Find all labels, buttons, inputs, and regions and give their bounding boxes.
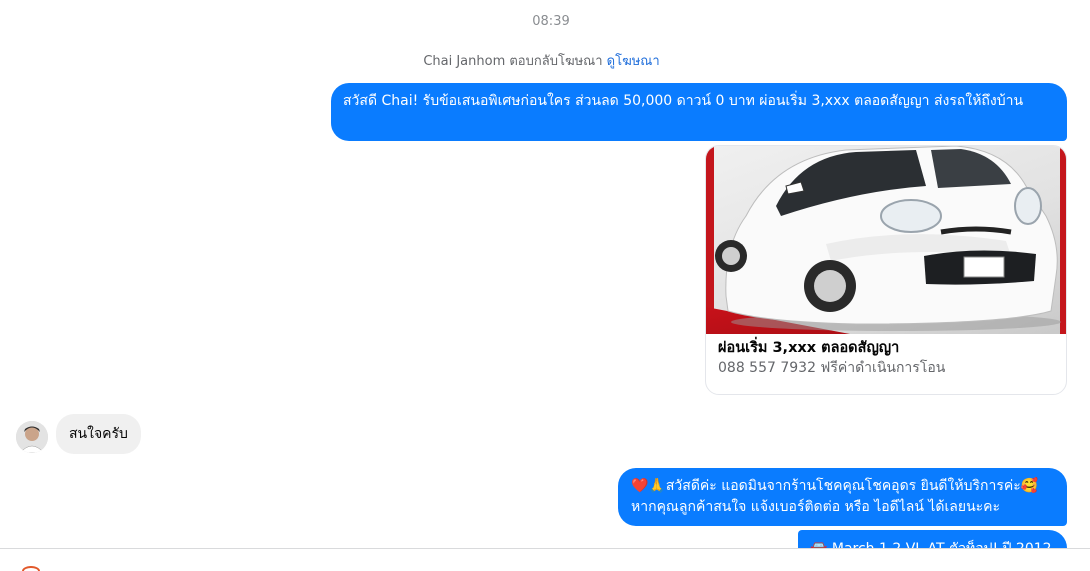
white-hatchback-car-icon <box>715 146 1061 331</box>
car-image <box>706 146 1066 334</box>
ad-reply-text: Chai Janhom ตอบกลับโฆษณา <box>423 54 607 69</box>
view-ad-link[interactable]: ดูโฆษณา <box>607 54 660 69</box>
ad-title: ผ่อนเริ่ม 3,xxx ตลอดสัญญา <box>718 340 900 356</box>
composer-bar[interactable] <box>0 548 1090 571</box>
message-timestamp: 08:39 <box>532 14 570 29</box>
message-line: ❤️🙏สวัสดีค่ะ แอดมินจากร้านโชคคุณโชคอุดร … <box>631 478 1039 494</box>
message-line: หากคุณลูกค้าสนใจ แจ้งเบอร์ติดต่อ หรือ ไอ… <box>631 499 1001 515</box>
outgoing-message[interactable]: ❤️🙏สวัสดีค่ะ แอดมินจากร้านโชคคุณโชคอุดร … <box>618 468 1067 526</box>
avatar-icon <box>16 421 48 453</box>
outgoing-message[interactable]: สวัสดี Chai! รับข้อเสนอพิเศษก่อนใคร ส่วน… <box>331 83 1067 141</box>
ad-card[interactable]: ผ่อนเริ่ม 3,xxx ตลอดสัญญา 088 557 7932 ฟ… <box>705 145 1067 395</box>
ad-subtitle: 088 557 7932 ฟรีค่าดำเนินการโอน <box>718 360 946 376</box>
composer-icon[interactable] <box>22 566 40 571</box>
incoming-message[interactable]: สนใจครับ <box>56 414 141 454</box>
chat-thread: 08:39 Chai Janhom ตอบกลับโฆษณา ดูโฆษณา ส… <box>0 0 1090 571</box>
ad-reply-note: Chai Janhom ตอบกลับโฆษณา ดูโฆษณา <box>0 50 1083 71</box>
user-avatar[interactable] <box>16 421 48 453</box>
